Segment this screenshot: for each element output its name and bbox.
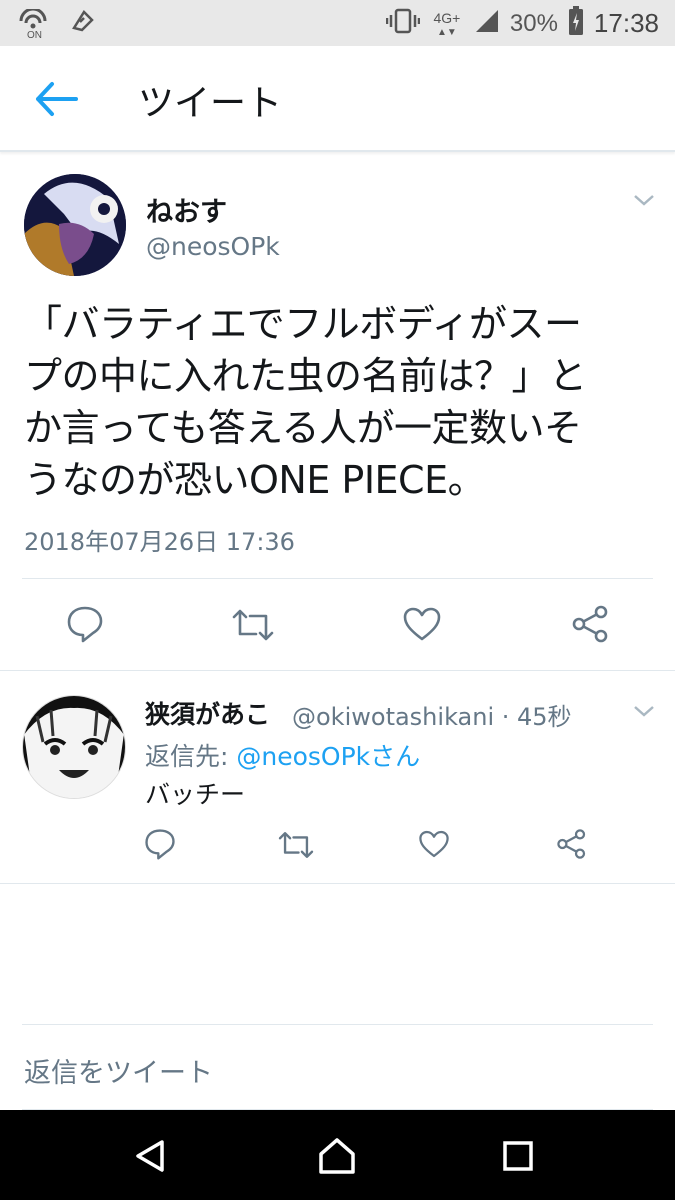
app-bar: ツイート: [0, 46, 675, 152]
chevron-down-icon: [634, 706, 654, 717]
battery-icon: [568, 6, 584, 41]
author-name[interactable]: ねおす: [146, 190, 227, 229]
signal-icon: [474, 8, 500, 39]
system-nav-bar: [0, 1110, 675, 1200]
author-handle[interactable]: @neosOPk: [146, 232, 280, 261]
share-icon: [557, 829, 586, 859]
clock: 17:38: [593, 8, 659, 38]
battery-percent: 30%: [509, 9, 558, 37]
retweet-icon: [232, 609, 274, 641]
reply-icon: [67, 606, 103, 643]
compose-placeholder: 返信をツイート: [24, 1058, 213, 1089]
network-type-label: 4G+: [433, 9, 461, 26]
reply-compose-field[interactable]: 返信をツイート: [22, 1024, 653, 1110]
reply-share-button[interactable]: [556, 827, 588, 861]
reply-button[interactable]: [66, 604, 104, 644]
tweet-text-line: うなのが恐いONE PIECE。: [24, 458, 486, 502]
reply-avatar[interactable]: [22, 695, 126, 799]
nav-back-button[interactable]: [132, 1138, 168, 1174]
page-title: ツイート: [138, 83, 283, 124]
retweet-button[interactable]: [230, 606, 276, 644]
vibrate-icon: [385, 8, 421, 39]
on-label: ON: [27, 29, 42, 41]
nav-recents-button[interactable]: [502, 1140, 534, 1172]
reply-like-button[interactable]: [418, 829, 450, 859]
reply-to-link[interactable]: @neosOPkさん: [236, 742, 420, 771]
tweet-timestamp: 2018年07月26日 17:36: [24, 528, 295, 556]
retweet-icon: [278, 832, 314, 858]
like-button[interactable]: [402, 606, 442, 642]
reply-to-prefix: 返信先:: [145, 742, 237, 771]
tweet-menu-button[interactable]: [632, 192, 656, 208]
tweet-text: 「バラティエでフルボディがスー プの中に入れた虫の名前は？」と か言っても答える…: [24, 298, 654, 506]
nfc-icon: [70, 8, 96, 39]
reply-text: バッチー: [145, 780, 246, 809]
back-button[interactable]: [30, 78, 82, 120]
tweet-text-line: 「バラティエでフルボディがスー: [24, 302, 582, 346]
home-icon: [319, 1138, 355, 1174]
reply-reply-button[interactable]: [144, 827, 176, 861]
divider: [22, 578, 653, 579]
triangle-back-icon: [136, 1140, 164, 1172]
back-arrow-icon: [36, 82, 78, 116]
network-type: 4G+ ▲▼: [430, 10, 464, 38]
tweet-text-line: プの中に入れた虫の名前は？」と: [24, 354, 587, 398]
reply-author-name[interactable]: 狭須があこ: [145, 695, 270, 731]
status-bar: ON 4G+ ▲▼ 30% 17:38: [0, 0, 675, 46]
wifi-calling-icon: ON: [18, 7, 52, 41]
main-tweet: ねおす @neosOPk 「バラティエでフルボディがスー プの中に入れた虫の名前…: [0, 152, 675, 668]
avatar[interactable]: [24, 174, 126, 276]
share-button[interactable]: [571, 604, 611, 644]
nav-home-button[interactable]: [317, 1136, 357, 1176]
tweet-actions: [0, 604, 675, 648]
reply-to: 返信先: @neosOPkさん: [145, 737, 420, 773]
reply-tweet[interactable]: 狭須があこ @okiwotashikani · 45秒 返信先: @neosOP…: [0, 670, 675, 884]
heart-icon: [403, 607, 441, 641]
share-icon: [572, 605, 608, 643]
heart-icon: [419, 830, 449, 858]
reply-author-handle-time[interactable]: @okiwotashikani · 45秒: [292, 697, 572, 732]
chevron-down-icon: [634, 195, 654, 206]
data-arrows-icon: ▲▼: [436, 26, 457, 38]
tweet-text-line: か言っても答える人が一定数いそ: [24, 406, 582, 450]
reply-icon: [145, 829, 175, 860]
square-recents-icon: [503, 1141, 533, 1171]
reply-retweet-button[interactable]: [276, 829, 316, 861]
reply-menu-button[interactable]: [632, 703, 656, 719]
